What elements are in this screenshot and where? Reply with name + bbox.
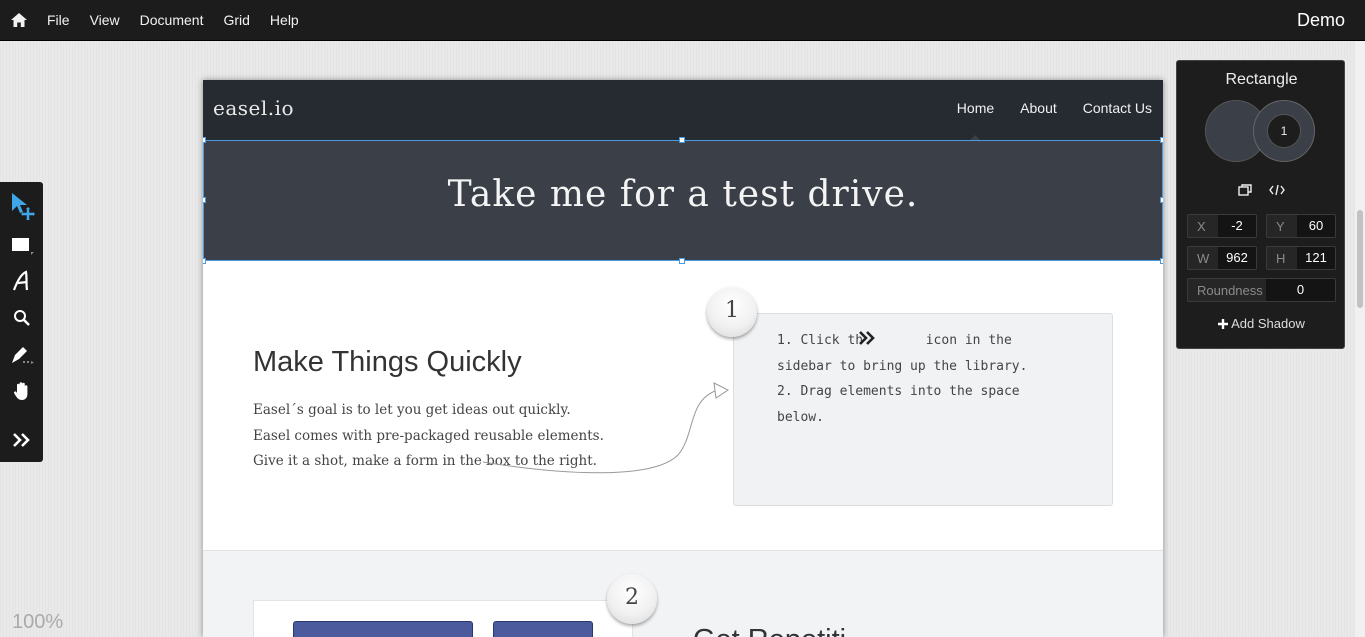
section2-card[interactable] [253,600,633,637]
site-nav-home[interactable]: Home [931,80,994,141]
y-field: Y 60 [1266,214,1336,238]
add-shadow-label: Add Shadow [1231,316,1305,331]
site-navbar[interactable]: easel.io Home About Contact Us [203,80,1163,141]
step1-text[interactable]: 1. Click th icon in the sidebar to bring… [777,328,1027,430]
menu-help[interactable]: Help [260,0,309,41]
pen-tool[interactable] [0,338,43,372]
step1-badge: 1 [707,287,757,337]
section1-title[interactable]: Make Things Quickly [253,346,522,379]
select-tool[interactable] [0,188,43,222]
left-toolbar [0,182,43,462]
hand-tool-icon [13,382,27,400]
text-tool[interactable] [0,264,43,298]
code-icon [1269,184,1285,196]
library-inline-icon [859,331,875,345]
site-nav-contact[interactable]: Contact Us [1057,80,1152,140]
y-input[interactable]: 60 [1297,215,1335,237]
duplicate-icon [1238,184,1252,196]
scrollbar-thumb[interactable] [1357,210,1363,308]
menu-grid[interactable]: Grid [213,0,259,41]
hand-tool[interactable] [0,374,43,408]
vertical-scrollbar[interactable] [1355,41,1365,637]
text-tool-icon [12,270,28,291]
curved-arrow-icon [483,382,729,474]
app-title: Demo [1296,10,1345,30]
step2-badge: 2 [607,574,657,624]
home-button[interactable] [0,0,37,41]
section2-button-secondary[interactable] [493,621,593,637]
menu-file[interactable]: File [37,0,80,41]
select-tool-icon [11,193,35,220]
home-icon [10,13,27,27]
step1-text-part1: 1. Click th [777,333,864,348]
rectangle-tool-icon [11,238,34,255]
hero-text[interactable]: Take me for a test drive. [203,174,1163,215]
menu-document[interactable]: Document [130,0,214,41]
h-label: H [1276,250,1286,266]
section2-heading[interactable]: Get Repetiti [693,624,846,637]
zoom-level: 100% [12,611,64,633]
zoom-tool-icon [13,310,30,326]
menubar: File View Document Grid Help Demo [0,0,1365,41]
menu-view[interactable]: View [80,0,130,41]
site-nav-links: Home About Contact Us [931,80,1152,141]
x-input[interactable]: -2 [1218,215,1256,237]
roundness-label: Roundness [1197,282,1263,298]
x-field: X -2 [1187,214,1257,238]
h-input[interactable]: 121 [1297,247,1335,269]
canvas-page[interactable]: easel.io Home About Contact Us Take me f… [203,80,1163,637]
site-nav-about[interactable]: About [994,80,1057,140]
rectangle-tool[interactable] [0,228,43,262]
panel-title: Rectangle [1225,71,1298,88]
zoom-tool[interactable] [0,301,43,335]
properties-panel: Rectangle 1 X -2 Y 60 W 962 H 121 Roundn… [1176,60,1345,349]
add-shadow-button[interactable]: Add Shadow [1177,316,1346,331]
section2-button-primary[interactable] [293,621,473,637]
duplicate-button[interactable] [1234,182,1256,198]
library-toggle[interactable] [0,423,43,457]
border-width-value[interactable]: 1 [1267,114,1301,148]
x-label: X [1197,218,1206,234]
hero-rectangle[interactable]: Take me for a test drive. [203,140,1163,261]
pen-tool-icon [11,347,34,364]
w-label: W [1197,250,1210,266]
y-label: Y [1276,218,1285,234]
step1-box[interactable]: 1. Click th icon in the sidebar to bring… [733,313,1113,506]
w-input[interactable]: 962 [1218,247,1256,269]
h-field: H 121 [1266,246,1336,270]
roundness-input[interactable]: 0 [1266,279,1335,301]
code-button[interactable] [1266,182,1288,198]
roundness-field: Roundness 0 [1187,278,1336,302]
plus-icon [1218,319,1229,329]
w-field: W 962 [1187,246,1257,270]
site-logo: easel.io [213,96,295,120]
expand-library-icon [12,433,30,447]
